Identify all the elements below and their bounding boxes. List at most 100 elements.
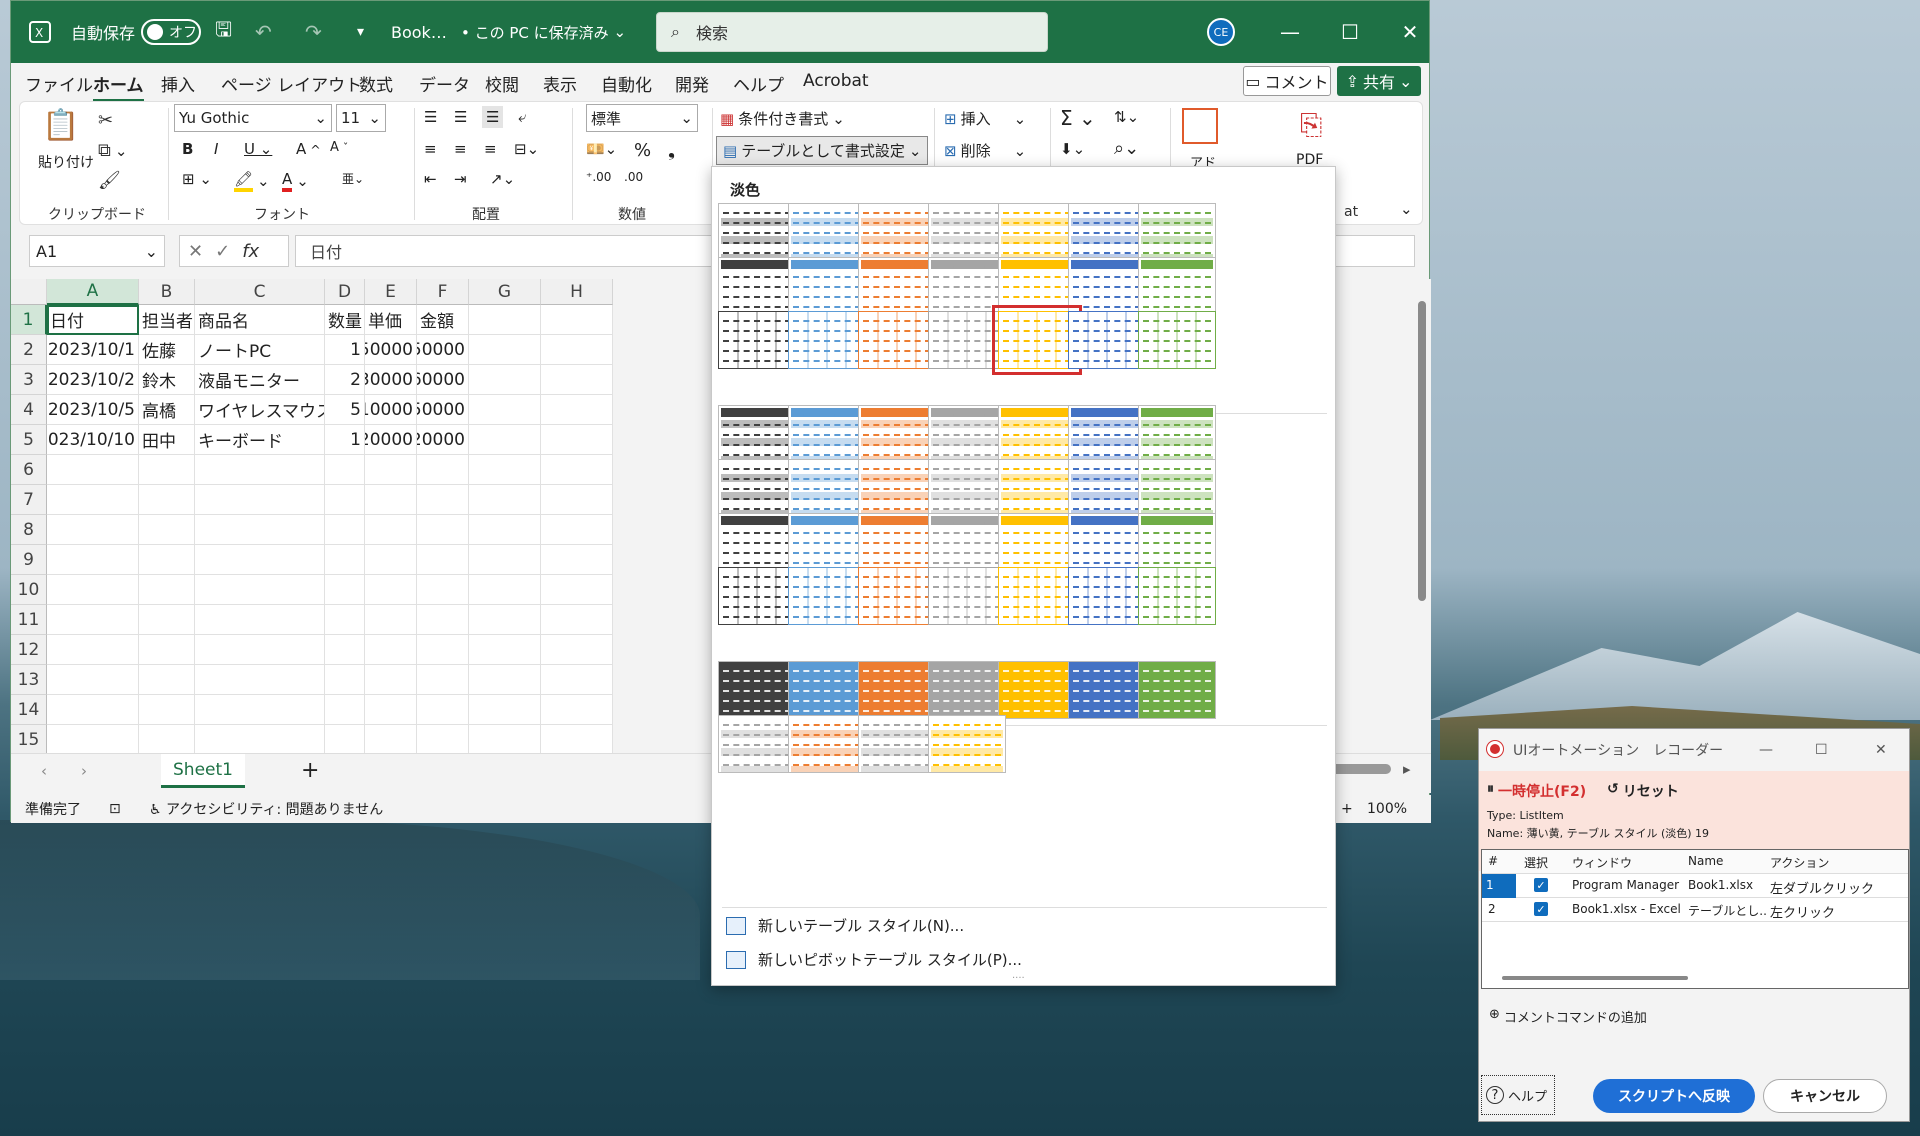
table-style-light-swatch[interactable] [928, 203, 1006, 261]
add-comment-button[interactable]: ⊕ コメントコマンドの追加 [1489, 1007, 1647, 1026]
cell[interactable] [47, 545, 139, 575]
row-header-5[interactable]: 5 [11, 425, 47, 455]
enter-icon[interactable]: ✓ [215, 241, 230, 262]
table-style-light-swatch[interactable] [1138, 311, 1216, 369]
cell[interactable] [469, 605, 541, 635]
cell[interactable] [139, 665, 195, 695]
table-style-medium-swatch[interactable] [858, 459, 936, 517]
delete-cells-button[interactable]: ⊠ 削除 ⌄ [944, 140, 1026, 161]
cell[interactable]: 2023/10/1 [47, 335, 139, 365]
cell[interactable] [195, 635, 325, 665]
tab-developer[interactable]: 開発 [675, 71, 709, 96]
macro-record-icon[interactable]: ⊡ [109, 801, 121, 817]
cell[interactable] [139, 725, 195, 755]
cell[interactable] [195, 665, 325, 695]
cell[interactable]: 50000 [365, 335, 417, 365]
table-style-medium-swatch[interactable] [858, 405, 936, 463]
number-format-combo[interactable]: 標準 ⌄ [586, 104, 698, 132]
cell[interactable] [541, 365, 613, 395]
decrease-decimal-icon[interactable]: .00 [624, 170, 643, 184]
table-style-medium-swatch[interactable] [718, 459, 796, 517]
column-header-h[interactable]: H [541, 279, 613, 305]
cell[interactable] [365, 485, 417, 515]
table-style-dark-swatch[interactable] [858, 715, 936, 773]
decrease-font-icon[interactable]: Aˇ [330, 140, 348, 155]
insert-cells-button[interactable]: ⊞ 挿入 ⌄ [944, 108, 1026, 129]
cell[interactable]: 50000 [417, 395, 469, 425]
maximize-icon[interactable]: ☐ [1325, 1, 1375, 63]
cell[interactable]: キーボード [195, 425, 325, 455]
table-style-light-swatch[interactable] [858, 203, 936, 261]
table-style-medium-swatch[interactable] [718, 405, 796, 463]
table-style-medium-swatch[interactable] [788, 459, 866, 517]
table-style-light-swatch[interactable] [718, 311, 796, 369]
cell[interactable] [541, 395, 613, 425]
zoom-level[interactable]: 100% [1367, 801, 1407, 817]
cell[interactable]: 鈴木 [139, 365, 195, 395]
table-style-light-swatch[interactable] [1138, 203, 1216, 261]
cell[interactable] [139, 575, 195, 605]
table-style-dark-swatch[interactable] [928, 715, 1006, 773]
cell[interactable] [541, 545, 613, 575]
table-style-dark-swatch[interactable] [1068, 661, 1146, 719]
column-header-d[interactable]: D [325, 279, 365, 305]
table-style-medium-swatch[interactable] [858, 567, 936, 625]
cancel-button[interactable]: キャンセル [1763, 1079, 1887, 1113]
cell[interactable] [417, 665, 469, 695]
cell[interactable] [139, 695, 195, 725]
cell[interactable] [541, 425, 613, 455]
prev-sheet-icon[interactable]: ‹ [41, 762, 47, 780]
tab-data[interactable]: データ [419, 71, 470, 96]
cell[interactable] [139, 455, 195, 485]
paste-label[interactable]: 貼り付け [38, 152, 94, 172]
table-style-medium-swatch[interactable] [718, 513, 796, 571]
cell[interactable] [195, 485, 325, 515]
cell[interactable] [541, 575, 613, 605]
cell[interactable]: 高橋 [139, 395, 195, 425]
format-as-table-button[interactable]: ▤ テーブルとして書式設定 ⌄ [716, 136, 929, 165]
cell[interactable] [469, 725, 541, 755]
row-header-8[interactable]: 8 [11, 515, 47, 545]
cell[interactable] [469, 395, 541, 425]
table-style-light-swatch[interactable] [1068, 257, 1146, 315]
cell[interactable] [47, 605, 139, 635]
cut-icon[interactable]: ✂ [98, 110, 113, 131]
accessibility-status[interactable]: ♿ アクセシビリティ: 問題ありません [149, 799, 383, 819]
cell[interactable] [47, 575, 139, 605]
cell[interactable] [541, 455, 613, 485]
cell[interactable] [139, 635, 195, 665]
cell[interactable] [365, 575, 417, 605]
cell[interactable] [417, 605, 469, 635]
cell[interactable] [417, 515, 469, 545]
minimize-icon[interactable]: — [1759, 742, 1773, 758]
share-button[interactable]: ⇪ 共有 ⌄ [1337, 66, 1421, 96]
table-style-dark-swatch[interactable] [788, 715, 866, 773]
align-middle-icon[interactable]: ☰ [454, 108, 467, 126]
fill-color-icon[interactable]: 🖍 ⌄ [234, 170, 270, 192]
cell[interactable] [541, 515, 613, 545]
table-style-light-swatch[interactable] [998, 203, 1076, 261]
cell[interactable] [417, 725, 469, 755]
table-style-light-swatch[interactable] [718, 203, 796, 261]
cell[interactable] [325, 605, 365, 635]
underline-button[interactable]: U ⌄ [244, 140, 272, 158]
copy-icon[interactable]: ⧉ ⌄ [98, 140, 127, 161]
table-style-medium-swatch[interactable] [998, 513, 1076, 571]
align-right-icon[interactable]: ≡ [484, 140, 497, 158]
cell[interactable] [365, 695, 417, 725]
cell[interactable]: 20000 [365, 425, 417, 455]
horizontal-scroll-thumb[interactable] [1331, 764, 1391, 774]
comment-button[interactable]: ▭ コメント [1243, 66, 1331, 96]
table-style-light-swatch[interactable] [858, 257, 936, 315]
help-button[interactable]: ? ヘルプ [1481, 1075, 1555, 1115]
sheet-tab-sheet1[interactable]: Sheet1 [161, 754, 245, 788]
cell[interactable] [195, 515, 325, 545]
tab-page-layout[interactable]: ページ レイアウト [221, 71, 362, 96]
cell[interactable]: ノートPC [195, 335, 325, 365]
autosum-icon[interactable]: Σ ⌄ [1060, 106, 1096, 130]
fx-icon[interactable]: fx [242, 241, 259, 262]
table-style-medium-swatch[interactable] [1068, 405, 1146, 463]
cell[interactable] [469, 425, 541, 455]
cell[interactable]: 日付 [47, 305, 139, 335]
cell[interactable] [417, 545, 469, 575]
